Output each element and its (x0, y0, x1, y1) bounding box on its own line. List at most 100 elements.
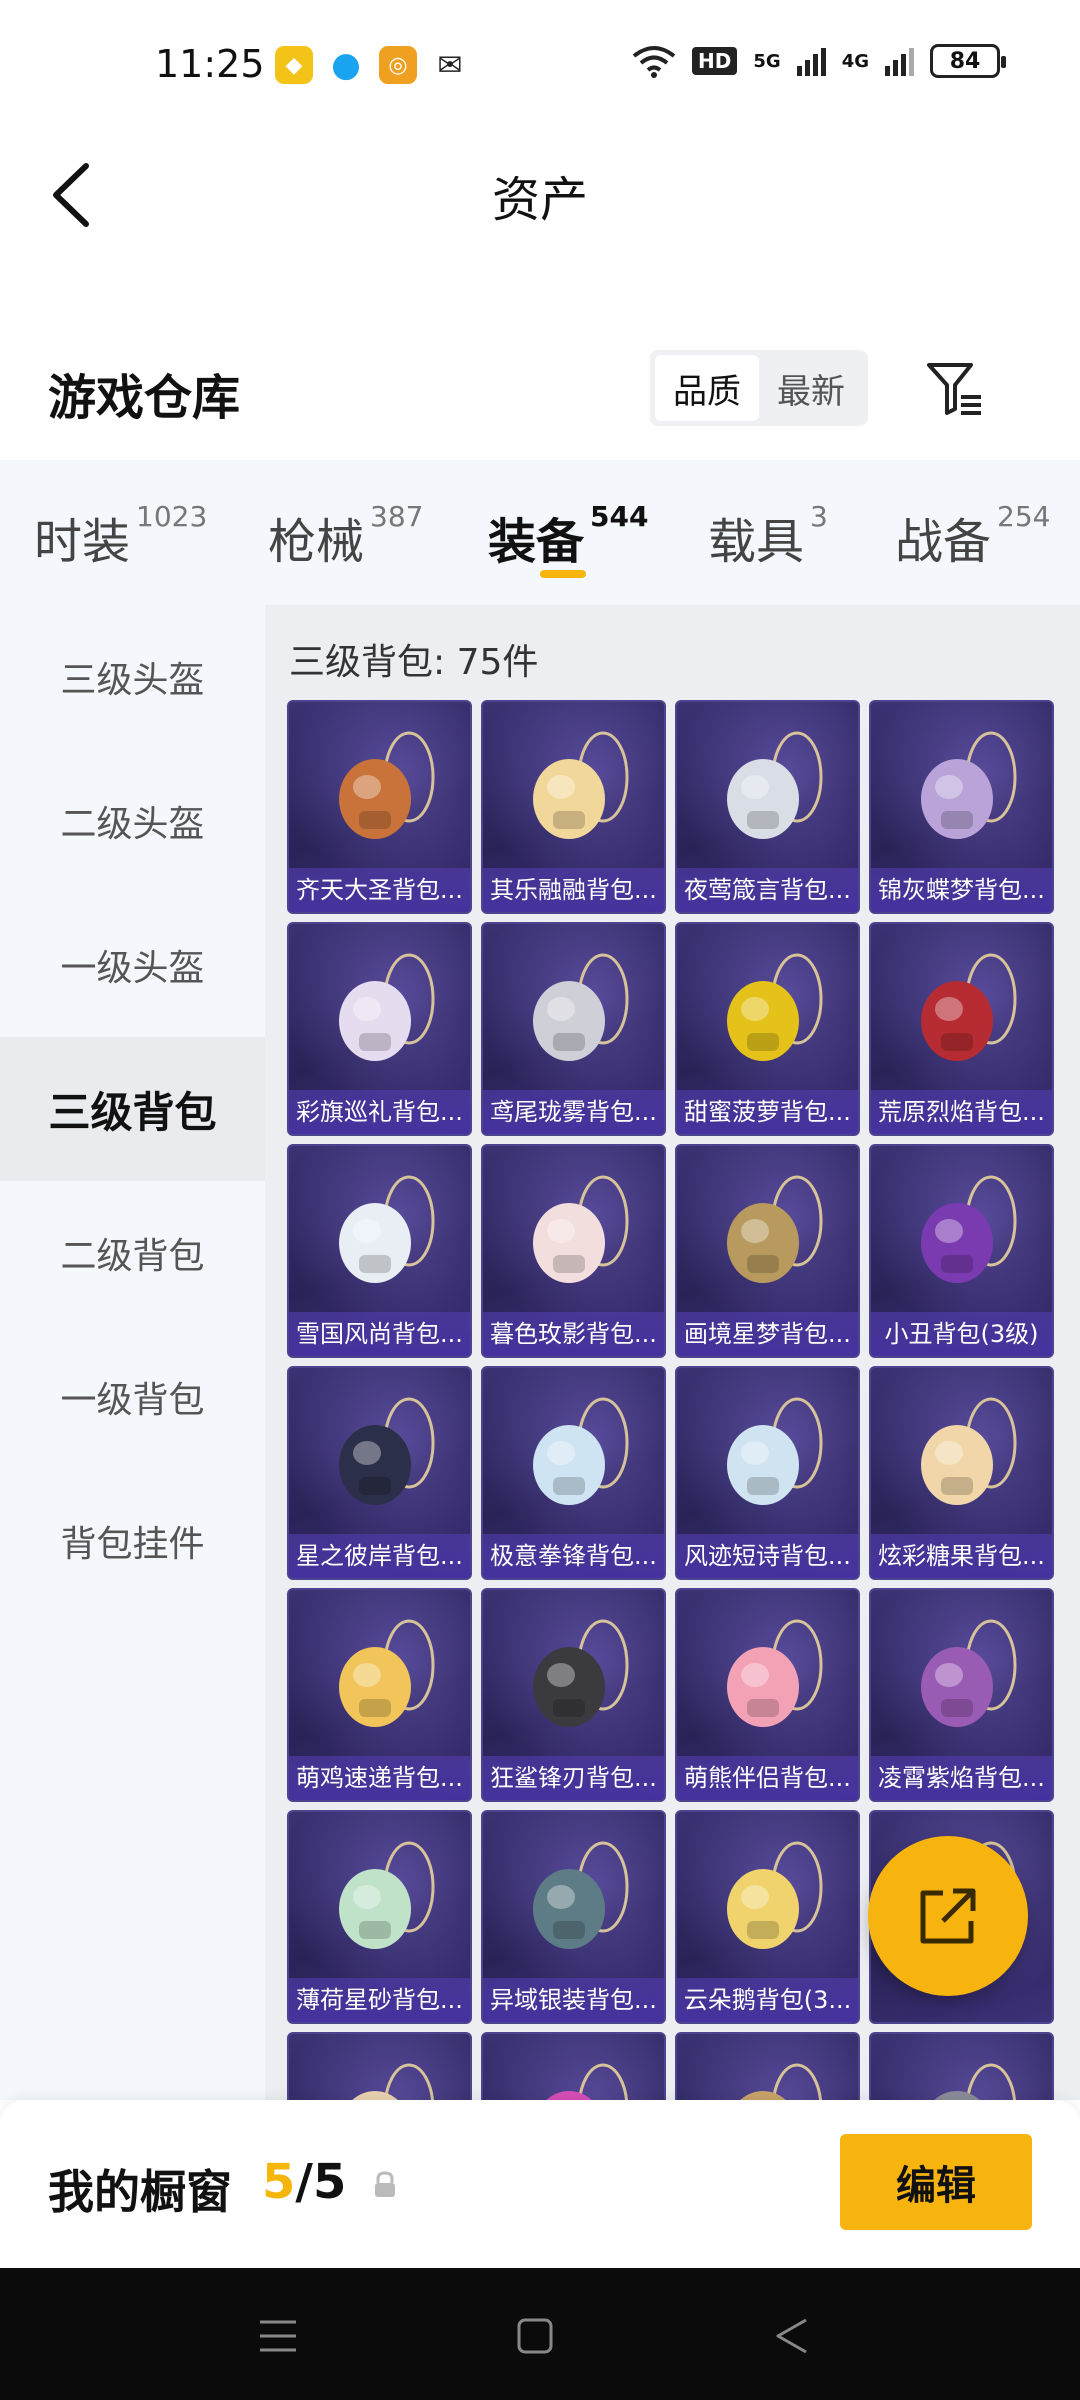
tab-label: 时装 (34, 514, 131, 570)
backpack-image (289, 2034, 470, 2100)
hd-icon: HD (692, 47, 738, 75)
item-card[interactable]: 鸢尾珑雾背包... (481, 922, 666, 1136)
sidebar-item-backpack-charm[interactable]: 背包挂件 (0, 1469, 265, 1613)
item-card[interactable]: 薄荷星砂背包... (287, 1810, 472, 2024)
app-notification-icon: ◆ (275, 46, 313, 84)
network-4g-label: 4G (841, 50, 869, 72)
item-card[interactable]: 暮色玫影背包... (481, 1144, 666, 1358)
home-nav-button[interactable] (505, 2306, 565, 2366)
tab-fashion[interactable]: 时装 1023 (34, 500, 208, 572)
item-card[interactable]: 风迹短诗背包... (675, 1366, 860, 1580)
tab-label: 战备 (895, 514, 992, 570)
category-tabs: 时装 1023 枪械 387 装备 544 载具 3 战备 254 (0, 460, 1080, 605)
backpack-image (289, 1812, 470, 1982)
item-card[interactable]: 甜蜜菠萝背包... (675, 922, 860, 1136)
backpack-image (289, 1368, 470, 1538)
item-card[interactable]: 其乐融融背包... (481, 700, 666, 914)
backpack-image (871, 702, 1052, 872)
item-name: 萌熊伴侣背包... (677, 1756, 858, 1800)
showcase-count-total: /5 (295, 2154, 347, 2210)
item-name: 雪国风尚背包... (289, 1312, 470, 1356)
status-bar: 11:25 ◆ ● ◎ ✉ HD 5G 4G 84 (0, 0, 1080, 130)
lock-icon (375, 2171, 395, 2197)
battery-level: 84 (949, 48, 981, 74)
backpack-image (483, 2034, 664, 2100)
tab-supplies[interactable]: 战备 254 (895, 500, 1050, 572)
backpack-image (677, 1146, 858, 1316)
tab-label: 枪械 (268, 514, 365, 570)
item-card[interactable]: 狂鲨锋刃背包... (481, 1588, 666, 1802)
tab-count: 387 (370, 500, 424, 533)
filter-button[interactable] (920, 354, 990, 424)
qq-icon: ● (327, 45, 365, 85)
item-card[interactable] (481, 2032, 666, 2100)
item-name: 狂鲨锋刃背包... (483, 1756, 664, 1800)
item-card[interactable]: 齐天大圣背包... (287, 700, 472, 914)
item-name: 其乐融融背包... (483, 868, 664, 912)
edit-button[interactable]: 编辑 (840, 2134, 1032, 2230)
sidebar-item-backpack-1[interactable]: 一级背包 (0, 1325, 265, 1469)
item-name: 齐天大圣背包... (289, 868, 470, 912)
backpack-image (289, 1146, 470, 1316)
share-button[interactable] (868, 1836, 1028, 1996)
item-card[interactable]: 异域银装背包... (481, 1810, 666, 2024)
tab-count: 1023 (136, 500, 208, 533)
tab-equipment[interactable]: 装备 544 (488, 500, 648, 572)
warehouse-title: 游戏仓库 (48, 370, 241, 426)
item-card[interactable]: 小丑背包(3级) (869, 1144, 1054, 1358)
backpack-image (677, 1812, 858, 1982)
item-card[interactable]: 萌鸡速递背包... (287, 1588, 472, 1802)
sidebar-item-backpack-3[interactable]: 三级背包 (0, 1037, 265, 1181)
status-time: 11:25 (155, 42, 265, 86)
item-card[interactable]: 星之彼岸背包... (287, 1366, 472, 1580)
game-app-icon: ◎ (379, 46, 417, 84)
back-nav-button[interactable] (762, 2306, 822, 2366)
item-card[interactable] (869, 2032, 1054, 2100)
page-title: 资产 (491, 172, 588, 228)
item-card[interactable]: 画境星梦背包... (675, 1144, 860, 1358)
backpack-image (483, 1812, 664, 1982)
sidebar-item-backpack-2[interactable]: 二级背包 (0, 1181, 265, 1325)
item-card[interactable]: 雪国风尚背包... (287, 1144, 472, 1358)
active-tab-indicator (540, 570, 586, 578)
item-name: 云朵鹅背包(3... (677, 1978, 858, 2022)
menu-nav-button[interactable] (248, 2306, 308, 2366)
item-name: 锦灰蝶梦背包... (871, 868, 1052, 912)
backpack-image (677, 702, 858, 872)
item-name: 鸢尾珑雾背包... (483, 1090, 664, 1134)
item-name: 荒原烈焰背包... (871, 1090, 1052, 1134)
signal-icon-2 (885, 46, 914, 76)
item-card[interactable]: 极意拳锋背包... (481, 1366, 666, 1580)
item-card[interactable]: 炫彩糖果背包... (869, 1366, 1054, 1580)
backpack-image (289, 924, 470, 1094)
notification-icons: ◆ ● ◎ ✉ (275, 45, 469, 85)
item-card[interactable] (675, 2032, 860, 2100)
tab-weapons[interactable]: 枪械 387 (268, 500, 424, 572)
backpack-image (289, 1590, 470, 1760)
tab-vehicles[interactable]: 载具 3 (708, 500, 828, 572)
item-name: 甜蜜菠萝背包... (677, 1090, 858, 1134)
sort-quality-option[interactable]: 品质 (655, 355, 759, 421)
sort-newest-option[interactable]: 最新 (759, 355, 863, 421)
network-5g-label: 5G (753, 50, 781, 72)
header: 资产 (0, 130, 1080, 260)
item-card[interactable] (287, 2032, 472, 2100)
backpack-image (483, 702, 664, 872)
back-triangle-icon (776, 2318, 807, 2354)
tab-count: 3 (810, 500, 828, 533)
item-card[interactable]: 夜莺箴言背包... (675, 700, 860, 914)
backpack-image (483, 1590, 664, 1760)
sidebar-item-helmet-1[interactable]: 一级头盔 (0, 893, 265, 1037)
item-card[interactable]: 彩旗巡礼背包... (287, 922, 472, 1136)
backpack-image (871, 924, 1052, 1094)
item-card[interactable]: 锦灰蝶梦背包... (869, 700, 1054, 914)
backpack-image (677, 2034, 858, 2100)
item-card[interactable]: 荒原烈焰背包... (869, 922, 1054, 1136)
item-card[interactable]: 云朵鹅背包(3... (675, 1810, 860, 2024)
showcase-count: 5/5 (262, 2154, 346, 2210)
item-card[interactable]: 萌熊伴侣背包... (675, 1588, 860, 1802)
item-card[interactable]: 凌霄紫焰背包... (869, 1588, 1054, 1802)
sidebar-item-helmet-2[interactable]: 二级头盔 (0, 749, 265, 893)
sidebar-item-helmet-3[interactable]: 三级头盔 (0, 605, 265, 749)
item-name: 画境星梦背包... (677, 1312, 858, 1356)
